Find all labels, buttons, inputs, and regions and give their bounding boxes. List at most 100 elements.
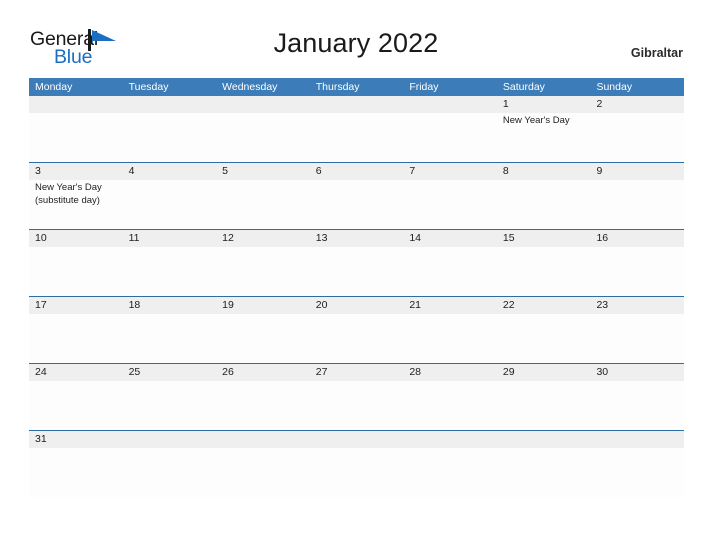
date-number-18[interactable]: 18: [123, 297, 217, 314]
day-events-empty: [216, 113, 310, 162]
date-number-6[interactable]: 6: [310, 163, 404, 180]
day-events-empty: [497, 180, 591, 229]
date-number-5[interactable]: 5: [216, 163, 310, 180]
day-events-empty: [216, 180, 310, 229]
date-number-19[interactable]: 19: [216, 297, 310, 314]
day-events-empty: [403, 314, 497, 363]
event-label: New Year's Day: [502, 115, 570, 126]
date-number-empty: [497, 431, 591, 448]
date-number-14[interactable]: 14: [403, 230, 497, 247]
date-number-26[interactable]: 26: [216, 364, 310, 381]
day-events-empty: [310, 180, 404, 229]
week-date-band: 3456789: [29, 163, 684, 180]
day-events-empty: [29, 314, 123, 363]
day-of-week-header-sunday: Sunday: [596, 81, 633, 93]
day-events-empty: [590, 247, 684, 296]
date-number-10[interactable]: 10: [29, 230, 123, 247]
calendar-week-row: 10 11 12 13 14 15 16: [29, 229, 684, 296]
date-number-27[interactable]: 27: [310, 364, 404, 381]
day-of-week-header-saturday: Saturday: [502, 81, 545, 93]
date-number-25[interactable]: 25: [123, 364, 217, 381]
day-events-empty: [310, 247, 404, 296]
day-events-empty: [403, 247, 497, 296]
date-number-9[interactable]: 9: [590, 163, 684, 180]
date-number-29[interactable]: 29: [497, 364, 591, 381]
date-number-13[interactable]: 13: [310, 230, 404, 247]
day-events-empty: [123, 180, 217, 229]
region-label: Gibraltar: [630, 46, 683, 60]
week-event-band: [29, 314, 684, 363]
calendar-week-row: 31: [29, 430, 684, 497]
day-events-empty: [310, 113, 404, 162]
week-event-band: New Year's Day: [29, 113, 684, 162]
week-event-band: [29, 448, 684, 497]
week-date-band: 24 25 26 27 28 29 30: [29, 364, 684, 381]
day-events-empty: [123, 247, 217, 296]
day-events[interactable]: New Year's Day: [497, 113, 591, 162]
day-events-empty: [310, 448, 404, 497]
date-number-empty: [123, 96, 217, 113]
date-number-31[interactable]: 31: [29, 431, 123, 448]
calendar-grid: Monday Tuesday Wednesday Thursday Friday Satu…: [29, 78, 684, 497]
day-of-week-header-tuesday: Tuesday: [128, 81, 169, 93]
date-number-28[interactable]: 28: [403, 364, 497, 381]
date-number-empty: [403, 96, 497, 113]
day-events-empty: [29, 247, 123, 296]
date-number-7[interactable]: 7: [403, 163, 497, 180]
date-number-empty: [216, 96, 310, 113]
day-events-empty: [216, 381, 310, 430]
date-number-1[interactable]: 1: [497, 96, 591, 113]
day-events-empty: [123, 381, 217, 430]
day-of-week-header-wednesday: Wednesday: [222, 81, 278, 93]
day-events-empty: [403, 113, 497, 162]
calendar-week-row: 3 4 5 6 7 8 9 New Year's Day (substitute day): [29, 162, 684, 229]
date-number-23[interactable]: 23: [590, 297, 684, 314]
date-number-empty: [29, 96, 123, 113]
week-date-band: 10 11 12 13 14 15 16: [29, 230, 684, 247]
week-event-band: New Year's Day (substitute day): [29, 180, 684, 229]
date-number-8[interactable]: 8: [497, 163, 591, 180]
week-event-band: [29, 381, 684, 430]
date-number-4[interactable]: 4: [123, 163, 217, 180]
day-events-empty: [590, 314, 684, 363]
day-events-empty: [123, 314, 217, 363]
day-events-empty: [310, 314, 404, 363]
day-of-week-header-row: Monday Tuesday Wednesday Thursday Friday Satu…: [29, 78, 684, 96]
day-events-empty: [403, 381, 497, 430]
date-number-12[interactable]: 12: [216, 230, 310, 247]
date-number-15[interactable]: 15: [497, 230, 591, 247]
date-number-2[interactable]: 2: [590, 96, 684, 113]
day-events-empty: [29, 113, 123, 162]
day-events-empty: [29, 381, 123, 430]
day-events-empty: [590, 448, 684, 497]
day-events-empty: [497, 314, 591, 363]
date-number-21[interactable]: 21: [403, 297, 497, 314]
day-events-empty: [123, 113, 217, 162]
date-number-17[interactable]: 17: [29, 297, 123, 314]
date-number-30[interactable]: 30: [590, 364, 684, 381]
event-label: (substitute day): [35, 194, 100, 206]
page-title: January 2022: [273, 28, 439, 58]
date-number-3[interactable]: 3: [29, 163, 123, 180]
date-number-22[interactable]: 22: [497, 297, 591, 314]
calendar-page: General Blue January 2022 Gibraltar Mond…: [0, 0, 712, 550]
week-event-band: [29, 247, 684, 296]
day-events-empty: [123, 448, 217, 497]
date-number-24[interactable]: 24: [29, 364, 123, 381]
day-events-empty: [216, 314, 310, 363]
page-header: General Blue January 2022 Gibraltar: [0, 0, 712, 76]
calendar-week-row: 17 18 19 20 21 22 23: [29, 296, 684, 363]
week-date-band: 17 18 19 20 21 22 23: [29, 297, 684, 314]
day-events-empty: [590, 381, 684, 430]
calendar-weeks: 1 2 New Year's Day 3 4 5 6 7 8 9 New Year's Day (su…: [29, 96, 684, 497]
day-events-empty: [497, 381, 591, 430]
day-events-empty: [403, 180, 497, 229]
day-events-empty: [29, 448, 123, 497]
date-number-16[interactable]: 16: [590, 230, 684, 247]
day-events[interactable]: New Year's Day (substitute day): [29, 180, 123, 229]
day-events-empty: [590, 180, 684, 229]
day-events-empty: [497, 448, 591, 497]
date-number-11[interactable]: 11: [123, 230, 217, 247]
day-events-empty: [310, 381, 404, 430]
date-number-20[interactable]: 20: [310, 297, 404, 314]
